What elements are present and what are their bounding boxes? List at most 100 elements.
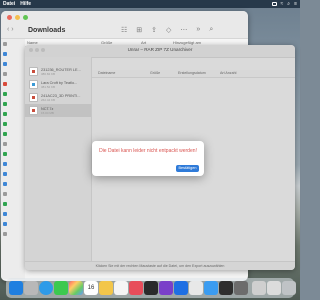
column-size[interactable]: Größe <box>150 71 160 75</box>
battery-icon[interactable] <box>271 2 277 6</box>
tag-icon[interactable]: ◇ <box>166 26 171 34</box>
sidebar-item[interactable] <box>1 139 25 149</box>
finder-title: Downloads <box>28 27 66 34</box>
safari-icon[interactable] <box>39 281 53 295</box>
menu-item-hilfe[interactable]: Hilfe <box>20 1 31 7</box>
sidebar-item[interactable] <box>1 109 25 119</box>
sidebar-item[interactable] <box>1 119 25 129</box>
downloads-folder-icon[interactable] <box>267 281 281 295</box>
archive-item[interactable]: 231236_ROUTER LE... 386.84 KB <box>25 65 91 78</box>
sidebar-item[interactable] <box>1 179 25 189</box>
sidebar-item[interactable] <box>1 49 25 59</box>
folder-icon <box>3 52 7 56</box>
archive-file-icon <box>29 67 38 76</box>
folder-icon <box>3 62 7 66</box>
column-type[interactable]: Art Anzahl <box>220 71 236 75</box>
podcasts-icon[interactable] <box>159 281 173 295</box>
file-icon <box>3 132 7 136</box>
folder-icon <box>3 172 7 176</box>
sidebar-item[interactable] <box>1 59 25 69</box>
menu-item-datei[interactable]: Datei <box>3 1 15 7</box>
sidebar-item[interactable] <box>1 79 25 89</box>
menubar: Datei Hilfe ≈ ⌕ ≡ <box>0 0 300 8</box>
folder-icon <box>3 42 7 46</box>
archive-item-selected[interactable]: NCT.7z 15.04 MB <box>25 104 91 117</box>
archive-item-meta: 262.44 KB <box>41 97 56 102</box>
expand-icon[interactable]: » <box>196 26 200 34</box>
close-button[interactable] <box>7 15 12 20</box>
column-filename[interactable]: Dateiname <box>98 71 115 75</box>
file-icon <box>3 102 7 106</box>
trash-icon[interactable] <box>282 281 296 295</box>
nav-arrows[interactable]: ‹ › <box>7 26 14 33</box>
wifi-icon[interactable]: ≈ <box>281 1 284 7</box>
view-options-icon[interactable]: ☷ <box>121 26 127 34</box>
column-created[interactable]: Erstellungsdatum <box>178 71 206 75</box>
sidebar-item[interactable] <box>1 99 25 109</box>
activity-icon[interactable] <box>234 281 248 295</box>
archive-item-text: Lara Croft by Teatlo... 381.52 KB <box>41 81 77 89</box>
folder-icon <box>3 192 7 196</box>
error-dialog: Die Datei kann leider nicht entpackt wer… <box>92 141 204 176</box>
more-icon[interactable]: ⋯ <box>180 26 187 34</box>
finder-toolbar: ‹ › Downloads ☷ ⊞ ⇪ ◇ ⋯ » ⌕ <box>1 11 248 39</box>
launchpad-icon[interactable] <box>24 281 38 295</box>
sidebar-item[interactable] <box>1 69 25 79</box>
sidebar-item[interactable] <box>1 159 25 169</box>
finder-icon[interactable] <box>9 281 23 295</box>
share-icon[interactable]: ⇪ <box>151 26 157 34</box>
sidebar-item[interactable] <box>1 169 25 179</box>
archive-file-icon <box>29 106 38 115</box>
messages-icon[interactable] <box>54 281 68 295</box>
dialog-message: Die Datei kann leider nicht entpackt wer… <box>99 148 197 154</box>
archive-file-icon <box>29 80 38 89</box>
sidebar-item[interactable] <box>1 209 25 219</box>
file-icon <box>3 152 7 156</box>
unarchiver-app-icon[interactable] <box>252 281 266 295</box>
sidebar-item[interactable] <box>1 229 25 239</box>
finder-toolbar-icons: ☷ ⊞ ⇪ ◇ ⋯ » ⌕ <box>121 26 213 34</box>
search-icon[interactable]: ⌕ <box>209 26 213 34</box>
archive-item-text: NCT.7z 15.04 MB <box>41 107 54 115</box>
calendar-icon[interactable]: 16 <box>84 281 98 295</box>
sidebar-item[interactable] <box>1 39 25 49</box>
sidebar-item[interactable] <box>1 219 25 229</box>
sidebar-item[interactable] <box>1 149 25 159</box>
unarchiver-title: Unrar – RAR ZIP 7Z Unarchiver <box>127 47 193 52</box>
confirm-button[interactable]: Bestätigen <box>176 165 199 172</box>
group-icon[interactable]: ⊞ <box>136 26 142 34</box>
sidebar-item[interactable] <box>1 199 25 209</box>
minimize-button[interactable] <box>15 15 20 20</box>
photos-icon[interactable] <box>69 281 83 295</box>
mail-icon[interactable] <box>204 281 218 295</box>
control-center-icon[interactable]: ≡ <box>294 1 297 7</box>
settings-icon[interactable] <box>189 281 203 295</box>
reminders-icon[interactable] <box>114 281 128 295</box>
archive-item-text: 241AC23_3D PRINTI... 262.44 KB <box>41 94 80 102</box>
archive-item-meta: 386.84 KB <box>41 71 56 76</box>
archive-footer-hint: Klicken Sie mit der rechten Maustaste au… <box>25 261 295 270</box>
window-controls <box>7 15 28 20</box>
folder-icon <box>3 222 7 226</box>
zoom-button[interactable] <box>23 15 28 20</box>
terminal-icon[interactable] <box>219 281 233 295</box>
file-icon <box>3 202 7 206</box>
archive-item-name: 241AC23_3D PRINTI... <box>41 93 81 98</box>
sidebar-item[interactable] <box>1 89 25 99</box>
archive-file-icon <box>29 93 38 102</box>
tv-icon[interactable] <box>144 281 158 295</box>
archive-item[interactable]: 241AC23_3D PRINTI... 262.44 KB <box>25 91 91 104</box>
music-icon[interactable] <box>129 281 143 295</box>
sidebar-item[interactable] <box>1 129 25 139</box>
notes-icon[interactable] <box>99 281 113 295</box>
archive-item[interactable]: Lara Croft by Teatlo... 381.52 KB <box>25 78 91 91</box>
archive-item-name: 231236_ROUTER LE... <box>41 67 81 72</box>
search-icon[interactable]: ⌕ <box>287 1 290 7</box>
app-store-icon[interactable] <box>174 281 188 295</box>
folder-icon <box>3 72 7 76</box>
file-icon <box>3 122 7 126</box>
sidebar-item[interactable] <box>1 189 25 199</box>
file-icon <box>3 142 7 146</box>
archive-item-meta: 15.04 MB <box>41 110 54 115</box>
